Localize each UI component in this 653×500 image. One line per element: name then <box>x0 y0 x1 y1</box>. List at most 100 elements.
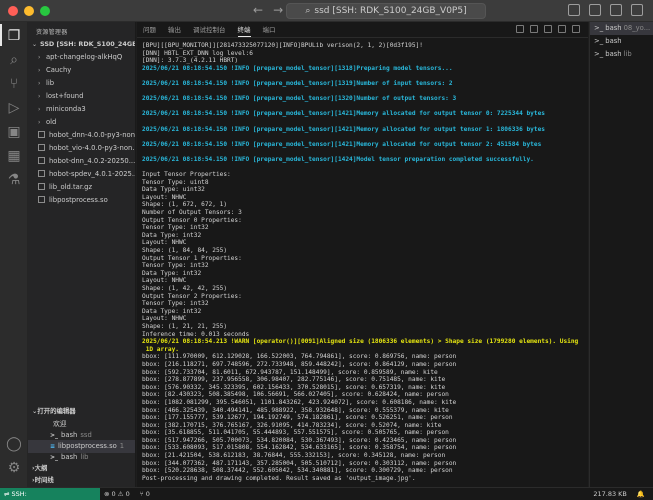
terminal-line: 2025/06/21 08:18:54.150 !INFO [prepare_m… <box>142 64 453 72</box>
terminal-list-item[interactable]: >_ bash lib <box>590 48 653 61</box>
open-editors-header[interactable]: ⌄打开的编辑器 <box>28 405 135 417</box>
terminal-output[interactable]: [BPU][[BPU_MONITOR]][281473325077120][IN… <box>142 42 584 482</box>
panel-tab[interactable]: 输出 <box>168 22 181 37</box>
search-activity-icon[interactable]: ⌕ <box>6 52 22 68</box>
terminal-list-sub: lib <box>623 50 632 58</box>
source-control-icon[interactable]: ⑂ <box>6 76 22 92</box>
explorer-sidebar: 资源管理器 ⌄SSD [SSH: RDK_S100_24GB_... › apt-… <box>28 22 136 487</box>
terminal-line: Shape: (1, 672, 672, 1) <box>142 201 228 209</box>
terminal-line: Shape: (1, 84, 84, 255) <box>142 247 228 255</box>
maximize-window-button[interactable] <box>40 6 50 16</box>
maximize-panel-icon[interactable] <box>558 25 566 33</box>
terminal-line: bbox: [35.618855, 511.041705, 55.444893,… <box>142 429 449 437</box>
status-left: ⊗ 0 ⚠ 0 ⑂ 0 <box>104 488 150 500</box>
timeline-header[interactable]: ›时间线 <box>28 474 135 486</box>
terminal-line: 1D array. <box>142 345 179 353</box>
tree-item[interactable]: › lib <box>28 77 135 90</box>
open-editor-sub: lib <box>80 453 89 461</box>
tree-item[interactable]: › apt-changelog-alkHqQ <box>28 51 135 64</box>
toggle-sidebar-icon[interactable] <box>568 4 580 16</box>
tree-item[interactable]: hobot-dnn_4.0.2-20250... <box>28 155 135 168</box>
terminal-line: bbox: [216.118271, 697.748596, 272.73394… <box>142 360 457 368</box>
open-editor-label: bash <box>61 431 78 439</box>
terminal-line: Output Tensor 1 Properties: <box>142 254 242 262</box>
tree-item-label: old <box>46 118 57 126</box>
explorer-icon[interactable]: ❐ <box>6 28 22 44</box>
terminal-line: 2025/06/21 08:18:54.150 !INFO [prepare_m… <box>142 155 534 163</box>
open-editor-sub: ssd <box>80 431 92 439</box>
minimize-window-button[interactable] <box>24 6 34 16</box>
tree-item[interactable]: hobot_dnn-4.0.0-py3-non... <box>28 129 135 142</box>
manage-gear-icon[interactable]: ⚙ <box>6 460 22 476</box>
outline-label: 大纲 <box>34 464 48 472</box>
terminal-line: Number of Output Tensors: 3 <box>142 209 242 217</box>
terminal-list-item[interactable]: >_ bash <box>590 35 653 48</box>
terminal-line: bbox: [177.155777, 539.12677, 194.192749… <box>142 414 453 422</box>
split-terminal-icon[interactable] <box>530 25 538 33</box>
status-right: 217.83 KB 🔔 <box>593 488 645 500</box>
new-terminal-icon[interactable] <box>516 25 524 33</box>
kill-terminal-icon[interactable] <box>544 25 552 33</box>
title-bar: ← → ⌕ ssd [SSH: RDK_S100_24GB_V0P5] <box>0 0 653 22</box>
command-center[interactable]: ⌕ ssd [SSH: RDK_S100_24GB_V0P5] <box>286 3 486 19</box>
terminal-list-item[interactable]: >_ bash 08_yo... <box>590 22 653 35</box>
terminal-line: Shape: (1, 21, 21, 255) <box>142 322 228 330</box>
panel-tab[interactable]: 调试控制台 <box>193 22 226 37</box>
file-icon <box>38 131 45 138</box>
extensions-icon[interactable]: ▦ <box>6 148 22 164</box>
open-editor-label: libpostprocess.so <box>58 442 117 450</box>
terminal-line: bbox: [278.877899, 237.956558, 306.98407… <box>142 376 446 384</box>
file-icon <box>38 196 45 203</box>
chevron-right-icon: › <box>38 119 41 126</box>
window-title: ssd [SSH: RDK_S100_24GB_V0P5] <box>314 6 467 16</box>
tree-item[interactable]: hobot_vio-4.0.0-py3-non... <box>28 142 135 155</box>
file-icon <box>38 144 45 151</box>
activity-bar: ❐ ⌕ ⑂ ▷ ▣ ▦ ⚗ ◯ ⚙ <box>0 22 28 487</box>
workspace-root[interactable]: ⌄SSD [SSH: RDK_S100_24GB_... <box>28 38 135 51</box>
file-tree: › apt-changelog-alkHqQ › Cauchy › lib › lost+fo… <box>28 51 135 207</box>
notifications-bell-icon[interactable]: 🔔 <box>637 488 645 500</box>
terminal-line: bbox: [21.421504, 538.612183, 38.76844, … <box>142 452 446 460</box>
problems-indicator[interactable]: ⊗ 0 ⚠ 0 <box>104 488 130 500</box>
chevron-right-icon: › <box>38 93 41 100</box>
tree-item[interactable]: hobot-spdev_4.0.1-2025... <box>28 168 135 181</box>
tree-item[interactable]: › lost+found <box>28 90 135 103</box>
terminal-line: [DNN] HBTL_EXT_DNN log level:6 <box>142 49 253 57</box>
tree-item[interactable]: lib_old.tar.gz <box>28 181 135 194</box>
chevron-down-icon: ⌄ <box>32 41 38 48</box>
outline-header[interactable]: ›大纲 <box>28 462 135 474</box>
toggle-secondary-sidebar-icon[interactable] <box>610 4 622 16</box>
terminal-line: 2025/06/21 08:18:54.213 !WARN [operator(… <box>142 338 579 346</box>
panel-tab[interactable]: 端口 <box>263 22 276 37</box>
panel-tab[interactable]: 问题 <box>143 22 156 37</box>
run-debug-icon[interactable]: ▷ <box>6 100 22 116</box>
open-editors-label: 打开的编辑器 <box>37 407 76 415</box>
terminal-line: bbox: [520.228638, 508.37442, 552.605042… <box>142 467 453 475</box>
back-arrow-icon[interactable]: ← <box>253 3 263 17</box>
bottom-panel: 问题 输出 调试控制台 终端 端口 [BPU][[BPU_MONITOR]][28147… <box>137 22 588 487</box>
remote-indicator[interactable]: ⇌ SSH: RDK_S100_24GB_V0P5 <box>0 488 100 500</box>
close-panel-icon[interactable] <box>572 25 580 33</box>
tree-item[interactable]: › miniconda3 <box>28 103 135 116</box>
terminal-line: Layout: NHWC <box>142 193 187 201</box>
chevron-right-icon: › <box>38 67 41 74</box>
accounts-icon[interactable]: ◯ <box>6 436 22 452</box>
ports-indicator[interactable]: ⑂ 0 <box>140 488 150 500</box>
terminal-line: Post-processing and drawing completed. R… <box>142 474 416 482</box>
customize-layout-icon[interactable] <box>631 4 643 16</box>
terminal-line: Data Type: int32 <box>142 307 202 315</box>
forward-arrow-icon[interactable]: → <box>273 3 283 17</box>
window-controls <box>8 6 50 16</box>
file-icon <box>38 157 45 164</box>
remote-explorer-icon[interactable]: ▣ <box>6 124 22 140</box>
tree-item-label: lost+found <box>46 92 84 100</box>
close-window-button[interactable] <box>8 6 18 16</box>
tree-item[interactable]: › Cauchy <box>28 64 135 77</box>
terminal-line: bbox: [592.733704, 81.6011, 672.943787, … <box>142 368 438 376</box>
toggle-panel-icon[interactable] <box>589 4 601 16</box>
panel-tab[interactable]: 终端 <box>237 22 251 37</box>
tree-item[interactable]: › old <box>28 116 135 129</box>
tree-item[interactable]: libpostprocess.so <box>28 194 135 207</box>
terminal-line: bbox: [1082.081299, 395.546051, 1101.843… <box>142 398 457 406</box>
testing-icon[interactable]: ⚗ <box>6 172 22 188</box>
